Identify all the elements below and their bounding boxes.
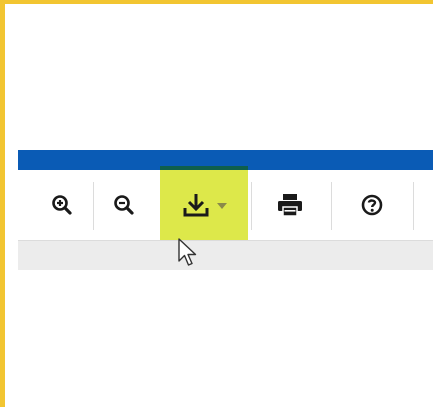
print-button[interactable] xyxy=(270,170,310,240)
print-icon xyxy=(277,193,303,217)
zoom-out-icon xyxy=(112,193,136,217)
zoom-out-button[interactable] xyxy=(105,170,143,240)
toolbar-bottom-strip xyxy=(18,241,433,270)
chevron-down-icon xyxy=(217,203,227,209)
toolbar-divider xyxy=(93,182,94,230)
zoom-in-button[interactable] xyxy=(43,170,81,240)
download-icon xyxy=(181,191,211,219)
help-icon xyxy=(360,193,384,217)
highlight-frame xyxy=(0,0,433,407)
arrow-pointer-icon xyxy=(178,238,198,270)
toolbar-divider xyxy=(251,182,252,230)
zoom-in-icon xyxy=(50,193,74,217)
toolbar-divider xyxy=(413,182,414,230)
download-button[interactable] xyxy=(160,166,248,240)
help-button[interactable] xyxy=(353,170,391,240)
toolbar-divider xyxy=(331,182,332,230)
